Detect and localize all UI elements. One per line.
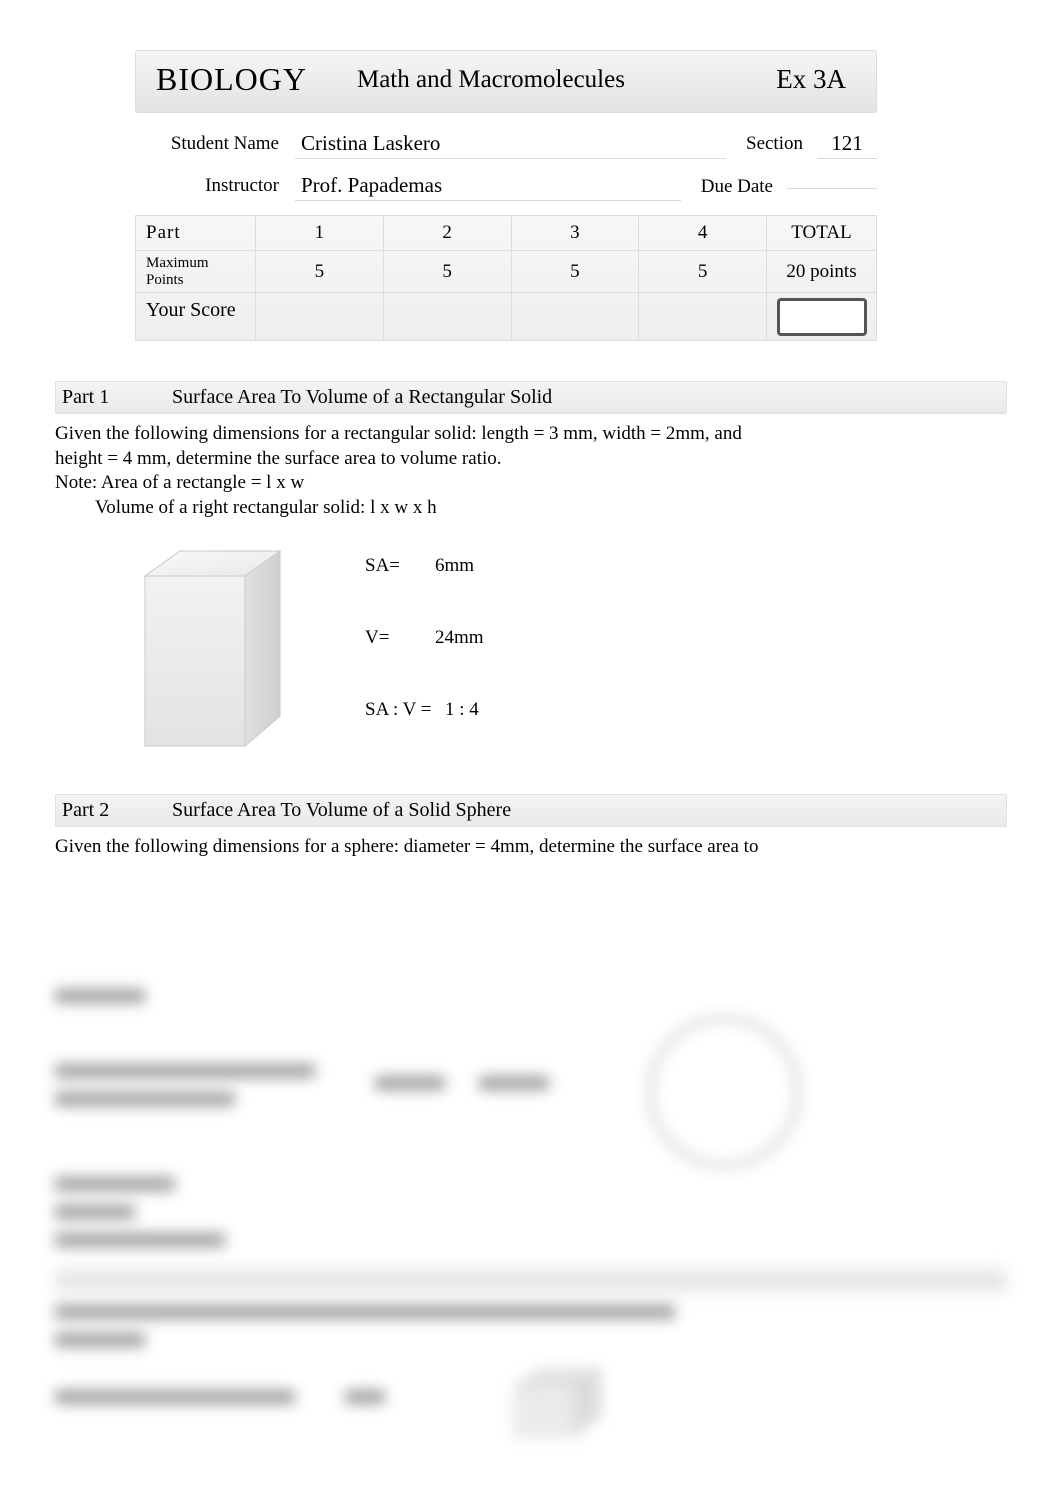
part-col-3: 3 (511, 216, 639, 251)
ratio-label: SA : V = (365, 699, 445, 721)
max-1: 5 (256, 251, 384, 293)
instructor-label: Instructor (135, 175, 295, 197)
instructor-value[interactable]: Prof. Papademas (295, 171, 681, 201)
score-total-cell[interactable] (767, 293, 877, 341)
total-score-box[interactable] (777, 298, 867, 336)
part1-formulas: SA= 6mm V= 24mm SA : V = 1 : 4 (365, 541, 484, 766)
header-banner: BIOLOGY Math and Macromolecules Ex 3A (135, 50, 877, 113)
max-3: 5 (511, 251, 639, 293)
part2-title: Surface Area To Volume of a Solid Sphere (172, 799, 511, 822)
part-col-1: 1 (256, 216, 384, 251)
section-value[interactable]: 121 (817, 129, 877, 159)
part2-header: Part 2 Surface Area To Volume of a Solid… (55, 794, 1007, 827)
max-points-label: Maximum Points (136, 251, 256, 293)
score-1[interactable] (256, 293, 384, 341)
part2-prompt-line1: Given the following dimensions for a sph… (55, 835, 1007, 860)
score-3[interactable] (511, 293, 639, 341)
part1-title: Surface Area To Volume of a Rectangular … (172, 386, 552, 409)
student-name-label: Student Name (135, 133, 295, 155)
blurred-preview (55, 989, 1007, 1446)
max-2: 5 (383, 251, 511, 293)
your-score-label: Your Score (136, 293, 256, 341)
exercise-number: Ex 3A (776, 64, 856, 95)
course-title: BIOLOGY (156, 61, 307, 98)
due-date-value[interactable] (787, 184, 877, 189)
part2-label: Part 2 (62, 799, 172, 822)
rectangular-solid-icon (135, 541, 295, 761)
due-date-label-text: Due Date (701, 176, 773, 197)
part-col-2: 2 (383, 216, 511, 251)
score-4[interactable] (639, 293, 767, 341)
max-total: 20 points (767, 251, 877, 293)
ratio-value: 1 : 4 (445, 699, 479, 721)
v-value: 24mm (435, 627, 484, 649)
total-header: TOTAL (767, 216, 877, 251)
sa-value: 6mm (435, 555, 474, 577)
score-table: Part 1 2 3 4 TOTAL Maximum Points 5 5 5 … (135, 215, 877, 341)
sa-label: SA= (365, 555, 435, 577)
part1-prompt-line1: Given the following dimensions for a rec… (55, 422, 1007, 447)
part-header: Part (136, 216, 256, 251)
sphere-icon (649, 1017, 799, 1167)
part-col-4: 4 (639, 216, 767, 251)
part1-note-line2: Volume of a right rectangular solid: l x… (55, 496, 1007, 521)
part1-prompt-line2: height = 4 mm, determine the surface are… (55, 447, 1007, 472)
part1-label: Part 1 (62, 386, 172, 409)
part2-prompt: Given the following dimensions for a sph… (55, 835, 1007, 860)
v-label: V= (365, 627, 435, 649)
part1-prompt: Given the following dimensions for a rec… (55, 422, 1007, 521)
score-2[interactable] (383, 293, 511, 341)
info-block: Student Name Cristina Laskero Section 12… (135, 123, 877, 207)
cube-icon (505, 1361, 615, 1441)
max-4: 5 (639, 251, 767, 293)
topic-title: Math and Macromolecules (347, 66, 736, 94)
cuboid-figure (135, 541, 315, 766)
section-label: Section (746, 133, 817, 155)
part1-note-line1: Note: Area of a rectangle = l x w (55, 471, 1007, 496)
due-date-label: Due Date (701, 177, 787, 196)
part1-header: Part 1 Surface Area To Volume of a Recta… (55, 381, 1007, 414)
student-name-value[interactable]: Cristina Laskero (295, 129, 726, 159)
